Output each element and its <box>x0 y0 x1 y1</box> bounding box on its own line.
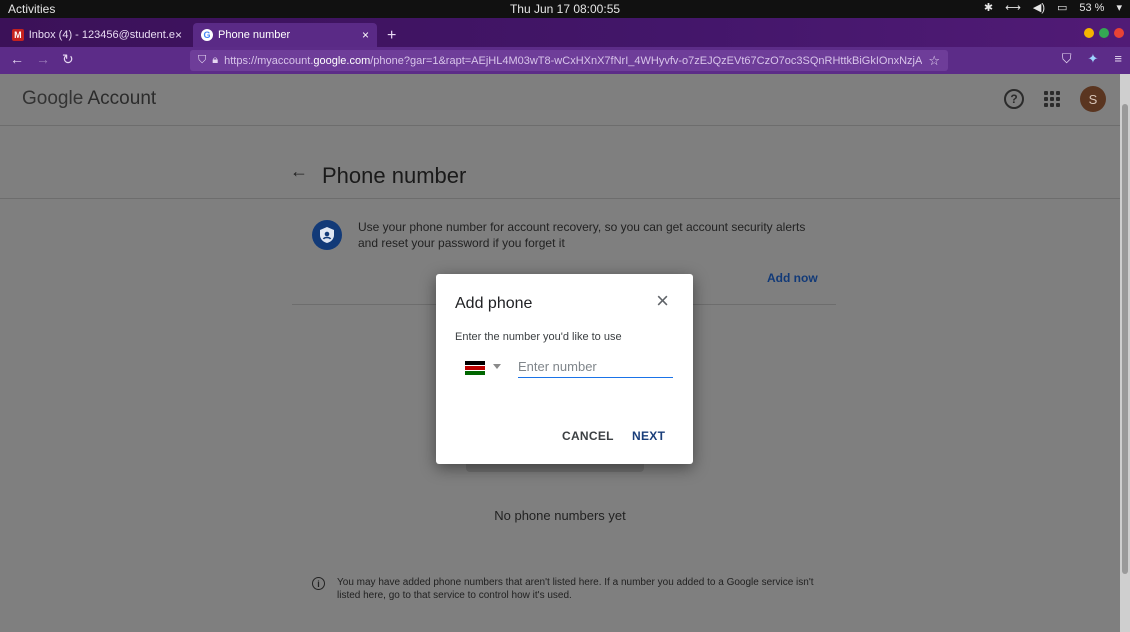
page-scrollbar[interactable] <box>1120 74 1130 632</box>
maximize-button[interactable] <box>1099 28 1109 38</box>
header-icons: ? S <box>1004 86 1106 112</box>
minimize-button[interactable] <box>1084 28 1094 38</box>
avatar[interactable]: S <box>1080 86 1106 112</box>
google-account-logo[interactable]: Google Account <box>22 88 156 110</box>
system-top-bar: Activities Thu Jun 17 08:00:55 ✱ ⟷ ◀) ▭ … <box>0 0 1130 18</box>
battery-icon[interactable]: ▭ <box>1057 1 1067 14</box>
window-controls <box>1084 28 1124 38</box>
logo-account-text: Account <box>83 88 157 109</box>
shield-icon[interactable]: ⛉ <box>198 54 206 67</box>
clock[interactable]: Thu Jun 17 08:00:55 <box>0 2 1130 16</box>
lock-icon[interactable]: 🔒︎ <box>212 54 218 67</box>
page-title: Phone number <box>322 163 467 188</box>
tab-label: Phone number <box>218 29 291 41</box>
close-icon[interactable]: × <box>656 290 669 312</box>
system-tray[interactable]: ✱ ⟷ ◀) ▭ 53 % ▾ <box>984 1 1122 15</box>
tab-label: Inbox (4) - 123456@student.e <box>28 29 175 41</box>
country-dropdown-icon[interactable] <box>493 364 501 369</box>
battery-percent: 53 % <box>1079 1 1105 14</box>
chevron-down-icon[interactable]: ▾ <box>1116 1 1122 14</box>
add-phone-dialog: Add phone × Enter the number you'd like … <box>436 274 693 464</box>
address-bar[interactable]: ⛉ 🔒︎ https://myaccount.google.com/phone?… <box>190 50 948 71</box>
close-icon[interactable]: × <box>362 28 369 42</box>
toolbar-right: ⛉ ✦ ≡ <box>1062 51 1122 67</box>
close-window-button[interactable] <box>1114 28 1124 38</box>
pocket-icon[interactable]: ⛉ <box>1062 51 1072 67</box>
dialog-title: Add phone <box>455 295 533 312</box>
tab-phone-number[interactable]: G Phone number × <box>193 23 377 47</box>
help-icon[interactable]: ? <box>1004 89 1024 109</box>
menu-icon[interactable]: ≡ <box>1114 51 1122 67</box>
back-icon[interactable]: ← <box>10 51 24 67</box>
apps-grid-icon[interactable] <box>1044 91 1060 107</box>
new-tab-button[interactable]: + <box>387 27 396 45</box>
info-note: You may have added phone numbers that ar… <box>337 577 814 601</box>
browser-tab-bar: M Inbox (4) - 123456@student.e × G Phone… <box>0 18 1130 47</box>
google-icon: G <box>201 29 213 41</box>
network-icon[interactable]: ⟷ <box>1005 1 1021 14</box>
add-now-link[interactable]: Add now <box>767 271 818 285</box>
bluetooth-icon[interactable]: ✱ <box>984 1 993 14</box>
url-text[interactable]: https://myaccount.google.com/phone?gar=1… <box>224 55 922 67</box>
extension-icon[interactable]: ✦ <box>1088 51 1099 67</box>
volume-icon[interactable]: ◀) <box>1033 1 1045 14</box>
dialog-subtitle: Enter the number you'd like to use <box>455 331 622 343</box>
kenya-flag-icon[interactable] <box>465 361 485 375</box>
empty-state-text: No phone numbers yet <box>494 508 626 523</box>
recovery-description: Use your phone number for account recove… <box>358 220 806 250</box>
security-shield-icon <box>312 220 342 250</box>
bookmark-star-icon[interactable]: ☆ <box>928 53 940 69</box>
forward-icon[interactable]: → <box>36 51 50 67</box>
page-header: ← Phone number <box>0 127 1120 199</box>
google-account-header: Google Account ? S <box>0 74 1120 126</box>
cancel-button[interactable]: CANCEL <box>562 429 614 443</box>
logo-google-text: Google <box>22 88 84 109</box>
back-arrow-icon[interactable]: ← <box>290 161 308 182</box>
info-icon: i <box>312 577 325 590</box>
close-icon[interactable]: × <box>175 28 182 42</box>
browser-nav-bar: ← → ↻ ⛉ 🔒︎ https://myaccount.google.com/… <box>0 47 1130 74</box>
reload-icon[interactable]: ↻ <box>62 51 74 68</box>
scrollbar-thumb[interactable] <box>1122 104 1128 574</box>
next-button[interactable]: NEXT <box>632 429 665 443</box>
phone-number-input[interactable] <box>518 356 673 378</box>
gmail-icon: M <box>12 29 24 41</box>
tab-inbox[interactable]: M Inbox (4) - 123456@student.e × <box>4 23 190 47</box>
